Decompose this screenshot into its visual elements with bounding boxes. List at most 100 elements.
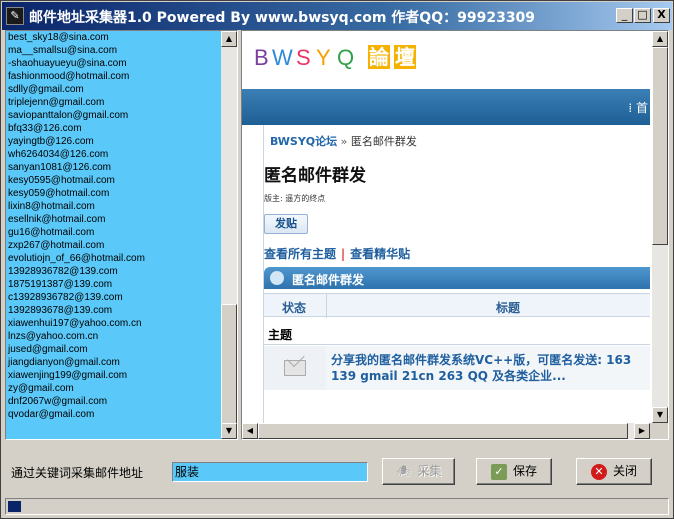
email-list[interactable]: best_sky18@sina.com ma__smallsu@sina.com -… bbox=[5, 30, 238, 440]
envelope-icon bbox=[284, 360, 306, 376]
maximize-button[interactable]: □ bbox=[634, 8, 651, 23]
topic-status-cell bbox=[264, 346, 326, 390]
list-item[interactable]: 13928936782@139.com bbox=[8, 265, 145, 278]
scroll-thumb[interactable] bbox=[652, 47, 668, 245]
list-item[interactable]: qvodar@gmail.com bbox=[8, 408, 145, 421]
list-item[interactable]: dnf2067w@gmail.com bbox=[8, 395, 145, 408]
logo-letter: Y bbox=[316, 45, 331, 70]
list-item[interactable]: sdlly@gmail.com bbox=[8, 83, 145, 96]
list-item[interactable]: evolutiojn_of_66@hotmail.com bbox=[8, 252, 145, 265]
collect-button-label: 采集 bbox=[417, 464, 442, 478]
link-separator: | bbox=[341, 247, 346, 261]
topic-table-header: 状态 标题 bbox=[264, 293, 650, 318]
scroll-left-icon[interactable]: ◀ bbox=[242, 423, 258, 439]
forum-icon bbox=[270, 271, 284, 285]
list-item[interactable]: lnzs@yahoo.com.cn bbox=[8, 330, 145, 343]
browser-pane[interactable]: B W S Y Q 論 壇 ⁞ 首 BWSYQ论坛 » 匿名邮件群发 匿名邮件群… bbox=[241, 30, 669, 440]
hscroll-thumb[interactable] bbox=[258, 423, 628, 439]
window-title: 邮件地址采集器1.0 Powered By www.bwsyq.com 作者QQ… bbox=[29, 10, 536, 26]
list-item[interactable]: wh6264034@126.com bbox=[8, 148, 145, 161]
scroll-up-icon[interactable]: ▲ bbox=[652, 31, 668, 47]
logo-cjk: 論 bbox=[368, 45, 390, 69]
pen-icon: ✎ bbox=[6, 7, 24, 25]
table-row: 分享我的匿名邮件群发系统VC++版，可匿名发送: 163 139 gmail 2… bbox=[264, 346, 650, 390]
breadcrumb-home-link[interactable]: BWSYQ论坛 bbox=[270, 135, 337, 148]
forum-title: 匿名邮件群发 bbox=[292, 273, 365, 287]
save-icon: ✓ bbox=[490, 463, 507, 480]
list-item[interactable]: saviopanttalon@gmail.com bbox=[8, 109, 145, 122]
list-item[interactable]: bfq33@126.com bbox=[8, 122, 145, 135]
list-item[interactable]: triplejenn@gmail.com bbox=[8, 96, 145, 109]
scroll-corner bbox=[650, 423, 668, 439]
list-item[interactable]: jiangdianyon@gmail.com bbox=[8, 356, 145, 369]
list-item[interactable]: 1392893678@139.com bbox=[8, 304, 145, 317]
list-item[interactable]: gu16@hotmail.com bbox=[8, 226, 145, 239]
list-item[interactable]: zxp267@hotmail.com bbox=[8, 239, 145, 252]
breadcrumb-separator: » bbox=[340, 135, 348, 148]
browser-hscrollbar[interactable]: ◀ ▶ bbox=[242, 423, 650, 439]
progress-bar bbox=[5, 498, 669, 515]
list-item[interactable]: fashionmood@hotmail.com bbox=[8, 70, 145, 83]
close-button-label: 关闭 bbox=[612, 464, 637, 478]
new-post-button[interactable]: 发贴 bbox=[264, 214, 308, 234]
list-item[interactable]: -shaohuayueyu@sina.com bbox=[8, 57, 145, 70]
save-button-label: 保存 bbox=[512, 464, 537, 478]
list-item[interactable]: 1875191387@139.com bbox=[8, 278, 145, 291]
column-divider bbox=[326, 294, 327, 318]
list-item[interactable]: zy@gmail.com bbox=[8, 382, 145, 395]
list-item[interactable]: kesy059@hotmail.com bbox=[8, 187, 145, 200]
list-item[interactable]: jused@gmail.com bbox=[8, 343, 145, 356]
list-item[interactable]: xiawenhui197@yahoo.com.cn bbox=[8, 317, 145, 330]
section-label: 主题 bbox=[268, 328, 293, 342]
page-title: 匿名邮件群发 bbox=[264, 166, 366, 186]
logo-letter: B bbox=[254, 45, 269, 70]
list-item[interactable]: sanyan1081@126.com bbox=[8, 161, 145, 174]
moderator-text: 版主: 遥方的终点 bbox=[264, 194, 326, 203]
logo-letter: Q bbox=[337, 45, 355, 70]
close-icon: ✕ bbox=[590, 463, 607, 480]
list-item[interactable]: c13928936782@139.com bbox=[8, 291, 145, 304]
list-item[interactable]: esellnik@hotmail.com bbox=[8, 213, 145, 226]
breadcrumb: BWSYQ论坛 » 匿名邮件群发 bbox=[270, 133, 417, 148]
collect-button[interactable]: 🕷 采集 bbox=[382, 458, 455, 485]
logo-letter: S bbox=[296, 45, 311, 70]
site-logo: B W S Y Q 論 壇 bbox=[254, 43, 430, 73]
browser-vscrollbar[interactable]: ▲ ▼ bbox=[652, 31, 668, 423]
list-item[interactable]: ma__smallsu@sina.com bbox=[8, 44, 145, 57]
nav-home-link[interactable]: ⁞ 首 bbox=[628, 99, 648, 116]
list-item[interactable]: kesy0595@hotmail.com bbox=[8, 174, 145, 187]
close-window-button[interactable]: X bbox=[653, 8, 670, 23]
breadcrumb-current: 匿名邮件群发 bbox=[350, 135, 417, 148]
scroll-thumb[interactable] bbox=[221, 304, 237, 425]
title-bar[interactable]: ✎ 邮件地址采集器1.0 Powered By www.bwsyq.com 作者… bbox=[2, 2, 672, 30]
minimize-button[interactable]: _ bbox=[616, 8, 633, 23]
web-page: B W S Y Q 論 壇 ⁞ 首 BWSYQ论坛 » 匿名邮件群发 匿名邮件群… bbox=[242, 31, 650, 423]
list-item[interactable]: xiawenjing199@gmail.com bbox=[8, 369, 145, 382]
forum-content: BWSYQ论坛 » 匿名邮件群发 匿名邮件群发 版主: 遥方的终点 发贴 查看所… bbox=[263, 125, 650, 423]
save-button[interactable]: ✓ 保存 bbox=[476, 458, 552, 485]
keyword-input[interactable]: 服装 bbox=[172, 462, 368, 482]
scroll-down-icon[interactable]: ▼ bbox=[221, 423, 237, 439]
scroll-up-icon[interactable]: ▲ bbox=[221, 31, 237, 47]
main-window: ✎ 邮件地址采集器1.0 Powered By www.bwsyq.com 作者… bbox=[0, 0, 674, 519]
site-nav-band: ⁞ 首 bbox=[242, 89, 650, 125]
view-digest-link[interactable]: 查看精华贴 bbox=[350, 247, 410, 261]
scroll-right-icon[interactable]: ▶ bbox=[634, 423, 650, 439]
topic-links: 查看所有主题 | 查看精华贴 bbox=[264, 245, 410, 262]
column-title: 标题 bbox=[496, 301, 521, 315]
collect-icon: 🕷 bbox=[396, 464, 411, 478]
topic-section-row: 主题 bbox=[264, 321, 650, 345]
logo-letter: W bbox=[272, 45, 293, 70]
email-list-scrollbar[interactable]: ▲ ▼ bbox=[221, 31, 237, 439]
list-item[interactable]: best_sky18@sina.com bbox=[8, 31, 145, 44]
forum-header-bar: 匿名邮件群发 bbox=[264, 267, 650, 289]
view-all-topics-link[interactable]: 查看所有主题 bbox=[264, 247, 336, 261]
list-item[interactable]: yayingtb@126.com bbox=[8, 135, 145, 148]
scroll-down-icon[interactable]: ▼ bbox=[652, 407, 668, 423]
logo-cjk: 壇 bbox=[394, 45, 416, 69]
email-items: best_sky18@sina.com ma__smallsu@sina.com -… bbox=[8, 31, 145, 421]
topic-title-link[interactable]: 分享我的匿名邮件群发系统VC++版，可匿名发送: 163 139 gmail 2… bbox=[331, 352, 650, 384]
list-item[interactable]: lixin8@hotmail.com bbox=[8, 200, 145, 213]
close-button[interactable]: ✕ 关闭 bbox=[576, 458, 652, 485]
progress-fill bbox=[8, 501, 21, 512]
